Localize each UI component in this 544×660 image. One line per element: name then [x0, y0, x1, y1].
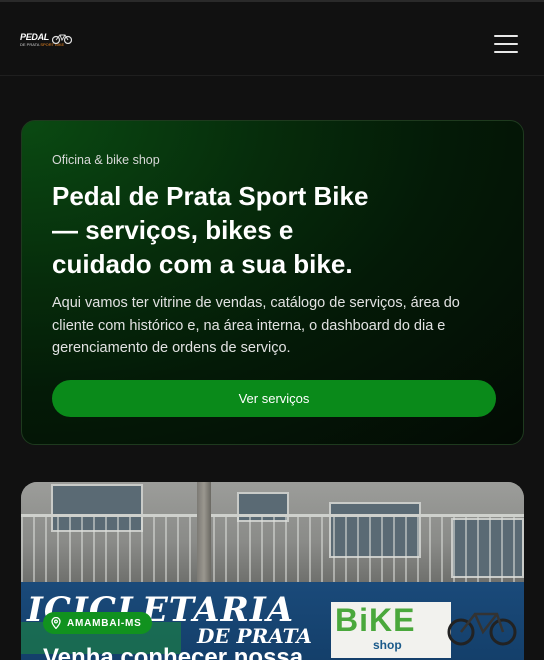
store-photo-card: ICICLETARIA DE PRATA BiKE shop AMAMBAI-M… — [21, 482, 524, 660]
bike-logo-icon — [52, 34, 72, 44]
brand-logo[interactable]: PEDAL DE PRATA SPORT BIKE — [20, 30, 72, 50]
menu-bar — [494, 43, 518, 45]
map-pin-icon — [51, 617, 61, 629]
brand-logo-sub-a: DE PRATA — [20, 42, 40, 47]
menu-bar — [494, 51, 518, 53]
menu-bar — [494, 35, 518, 37]
utility-pole — [197, 482, 211, 592]
store-section-heading: Venha conhecer nossa — [43, 644, 304, 660]
view-services-button[interactable]: Ver serviços — [52, 380, 496, 417]
hero-eyebrow: Oficina & bike shop — [52, 153, 160, 167]
site-header: PEDAL DE PRATA SPORT BIKE — [0, 0, 544, 76]
hero-description: Aqui vamos ter vitrine de vendas, catálo… — [52, 295, 460, 356]
bike-shop-logo: BiKE — [335, 602, 416, 638]
bike-shop-label: shop — [373, 638, 402, 652]
hero-title: Pedal de Prata Sport Bike — serviços, bi… — [52, 181, 369, 279]
brand-logo-wordmark: PEDAL — [20, 32, 50, 42]
hamburger-menu-icon[interactable] — [490, 32, 522, 56]
location-badge-label: AMAMBAI-MS — [67, 617, 142, 629]
hero-card: Oficina & bike shop Pedal de Prata Sport… — [21, 120, 524, 445]
balcony-railing — [21, 514, 524, 590]
location-badge: AMAMBAI-MS — [43, 612, 152, 634]
bicycle-icon — [447, 612, 517, 646]
